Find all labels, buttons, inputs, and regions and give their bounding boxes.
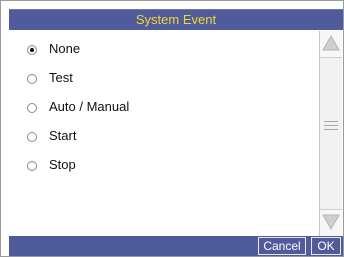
option-label: None bbox=[49, 41, 81, 56]
option-label: Stop bbox=[49, 157, 76, 172]
option-test[interactable]: Test bbox=[9, 68, 309, 90]
triangle-up-icon bbox=[322, 35, 340, 51]
radio-unselected-icon[interactable] bbox=[27, 161, 37, 171]
dialog-title: System Event bbox=[9, 9, 343, 30]
option-auto-manual[interactable]: Auto / Manual bbox=[9, 97, 309, 119]
radio-selected-icon[interactable] bbox=[27, 45, 37, 55]
option-label: Auto / Manual bbox=[49, 99, 130, 114]
event-option-list: None Test Auto / Manual Start Stop bbox=[9, 31, 318, 236]
scroll-up-button[interactable] bbox=[320, 31, 342, 58]
ok-button[interactable]: OK bbox=[311, 237, 341, 255]
option-label: Start bbox=[49, 128, 77, 143]
scroll-thumb-grip-icon[interactable] bbox=[324, 121, 338, 133]
radio-unselected-icon[interactable] bbox=[27, 74, 37, 84]
system-event-dialog: System Event None Test Auto / Manual Sta… bbox=[0, 0, 344, 257]
radio-unselected-icon[interactable] bbox=[27, 103, 37, 113]
vertical-scrollbar[interactable] bbox=[319, 31, 342, 236]
dialog-button-bar: Cancel OK bbox=[9, 236, 343, 256]
option-start[interactable]: Start bbox=[9, 126, 309, 148]
option-none[interactable]: None bbox=[9, 39, 309, 61]
option-stop[interactable]: Stop bbox=[9, 155, 309, 177]
triangle-down-icon bbox=[322, 214, 340, 230]
radio-unselected-icon[interactable] bbox=[27, 132, 37, 142]
option-label: Test bbox=[49, 70, 73, 85]
cancel-button[interactable]: Cancel bbox=[258, 237, 306, 255]
scroll-down-button[interactable] bbox=[320, 209, 342, 236]
